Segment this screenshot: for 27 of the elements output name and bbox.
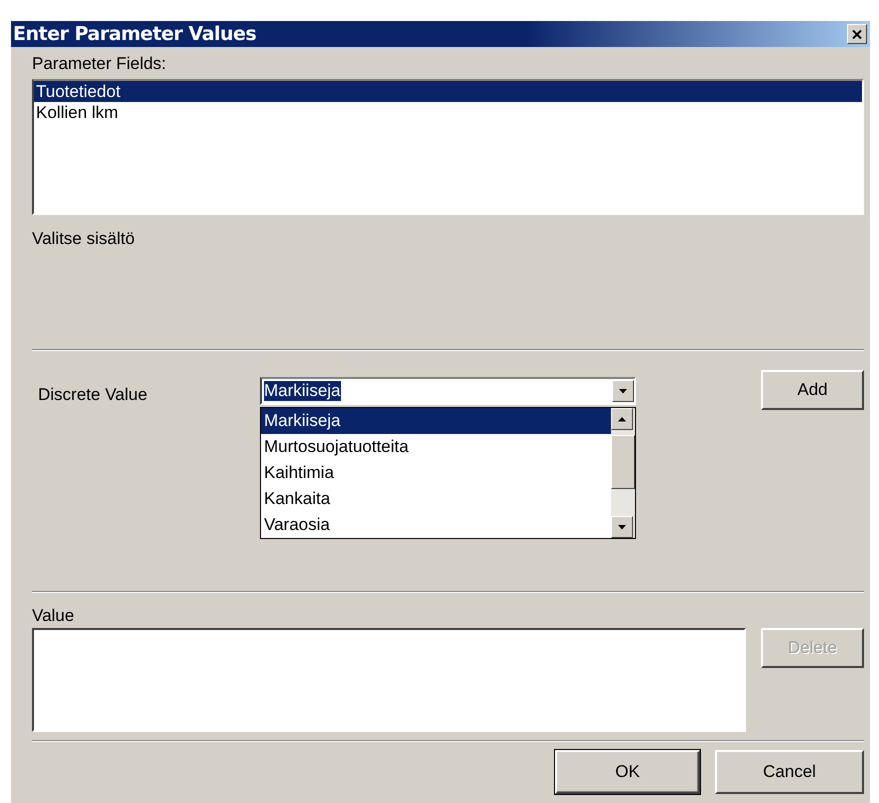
dropdown-option[interactable]: Varaosia	[261, 512, 611, 538]
scroll-thumb[interactable]	[611, 435, 635, 489]
up-arrow-icon	[618, 416, 626, 422]
discrete-value-label: Discrete Value	[38, 385, 148, 405]
close-button[interactable]	[847, 24, 867, 44]
dropdown-option[interactable]: Murtosuojatuotteita	[261, 434, 611, 460]
close-icon	[852, 30, 862, 38]
value-label: Value	[32, 606, 74, 626]
down-arrow-icon	[618, 524, 626, 530]
parameter-fields-label: Parameter Fields:	[32, 54, 166, 74]
dropdown-option[interactable]: Markiiseja	[261, 408, 611, 434]
dropdown-option[interactable]: Kankaita	[261, 486, 611, 512]
ok-button[interactable]: OK	[555, 750, 700, 794]
scrollbar[interactable]	[611, 408, 635, 538]
discrete-value-dropdown[interactable]: Markiiseja	[260, 377, 636, 405]
dropdown-button[interactable]	[612, 380, 634, 402]
prompt-text: Valitse sisältö	[32, 229, 135, 249]
add-button[interactable]: Add	[761, 370, 864, 410]
cancel-button[interactable]: Cancel	[715, 750, 864, 794]
list-item[interactable]: Tuotetiedot	[34, 81, 862, 102]
window-title: Enter Parameter Values	[13, 23, 256, 45]
value-list[interactable]	[32, 628, 746, 732]
caret-icon	[619, 388, 627, 394]
dropdown-option[interactable]: Kaihtimia	[261, 460, 611, 486]
list-item[interactable]: Kollien lkm	[34, 102, 862, 123]
scroll-down-button[interactable]	[611, 516, 633, 538]
scroll-up-button[interactable]	[611, 408, 633, 430]
